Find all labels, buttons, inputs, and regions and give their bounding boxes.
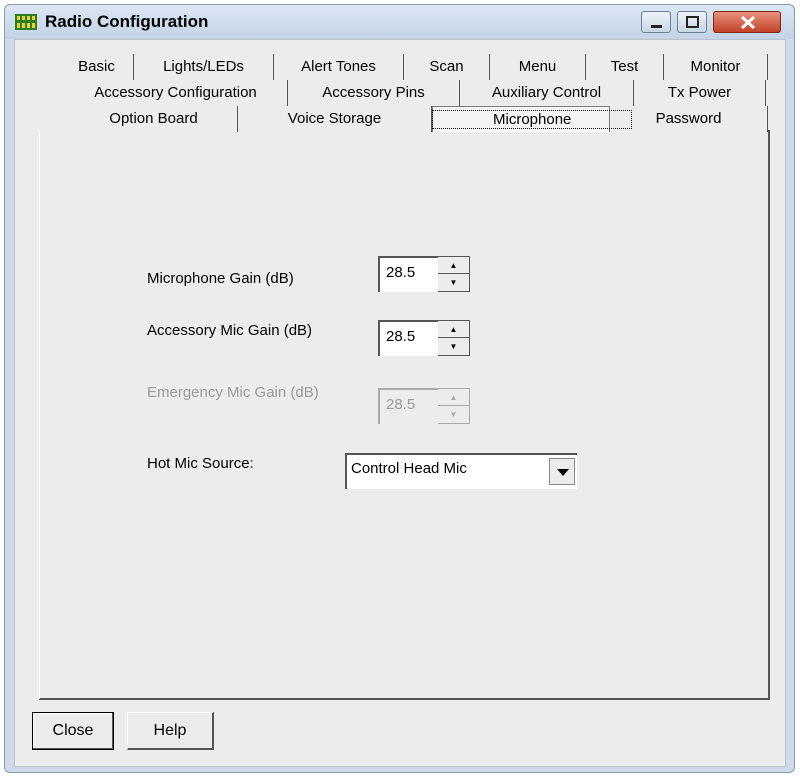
window-title: Radio Configuration [45, 12, 209, 31]
dropdown-button[interactable] [549, 458, 575, 485]
tab-row-1: Basic Lights/LEDs Alert Tones Scan Menu … [0, 54, 800, 80]
spin-down-icon[interactable]: ▼ [438, 338, 469, 355]
hot-mic-source-label: Hot Mic Source: [147, 455, 254, 472]
window-close-button[interactable] [713, 11, 781, 33]
tab-microphone[interactable]: Microphone [431, 106, 633, 132]
accessory-mic-gain-value[interactable]: 28.5 [378, 320, 438, 356]
maximize-button[interactable] [677, 11, 707, 33]
spin-up-icon: ▲ [438, 389, 469, 406]
tab-accessory-pins[interactable]: Accessory Pins [288, 80, 460, 106]
tab-menu[interactable]: Menu [490, 54, 586, 80]
tab-option-board[interactable]: Option Board [70, 106, 238, 132]
microphone-gain-label: Microphone Gain (dB) [147, 270, 294, 287]
close-icon [740, 15, 756, 30]
title-bar[interactable]: Radio Configuration [5, 5, 794, 39]
emergency-mic-gain-label: Emergency Mic Gain (dB) [147, 384, 319, 401]
spinner-arrows: ▲ ▼ [438, 256, 470, 292]
minimize-button[interactable] [641, 11, 671, 33]
spin-down-icon: ▼ [449, 410, 458, 419]
hot-mic-source-value: Control Head Mic [351, 460, 467, 477]
spin-down-icon[interactable]: ▼ [438, 274, 469, 291]
chevron-down-icon [557, 469, 569, 476]
tab-row-2: Accessory Configuration Accessory Pins A… [0, 80, 800, 106]
tab-microphone-label: Microphone [431, 110, 633, 129]
help-button[interactable]: Help [127, 712, 214, 750]
radio-app-icon [15, 14, 37, 30]
microphone-gain-spinner[interactable]: 28.5 ▲ ▼ [378, 256, 470, 292]
tab-monitor[interactable]: Monitor [664, 54, 768, 80]
tab-row-3: Option Board Voice Storage Microphone Pa… [0, 106, 800, 132]
tab-scan[interactable]: Scan [404, 54, 490, 80]
spin-up-icon[interactable]: ▲ [438, 321, 469, 338]
microphone-gain-value[interactable]: 28.5 [378, 256, 438, 292]
maximize-icon [686, 16, 699, 28]
tab-lights-leds[interactable]: Lights/LEDs [134, 54, 274, 80]
spin-up-icon[interactable]: ▲ [438, 257, 469, 274]
tab-accessory-configuration[interactable]: Accessory Configuration [64, 80, 288, 106]
spinner-arrows: ▲ ▼ [438, 388, 470, 424]
tab-test[interactable]: Test [586, 54, 664, 80]
accessory-mic-gain-label: Accessory Mic Gain (dB) [147, 322, 313, 339]
spinner-arrows: ▲ ▼ [438, 320, 470, 356]
minimize-icon [651, 25, 662, 28]
tab-auxiliary-control[interactable]: Auxiliary Control [460, 80, 634, 106]
close-button[interactable]: Close [32, 712, 114, 750]
hot-mic-source-dropdown[interactable]: Control Head Mic [345, 453, 577, 489]
tab-alert-tones[interactable]: Alert Tones [274, 54, 404, 80]
tab-voice-storage[interactable]: Voice Storage [238, 106, 432, 132]
tab-password[interactable]: Password [610, 106, 768, 132]
tab-basic[interactable]: Basic [60, 54, 134, 80]
accessory-mic-gain-spinner[interactable]: 28.5 ▲ ▼ [378, 320, 470, 356]
emergency-mic-gain-value: 28.5 [378, 388, 438, 424]
emergency-mic-gain-spinner: 28.5 ▲ ▼ [378, 388, 470, 424]
tab-tx-power[interactable]: Tx Power [634, 80, 766, 106]
